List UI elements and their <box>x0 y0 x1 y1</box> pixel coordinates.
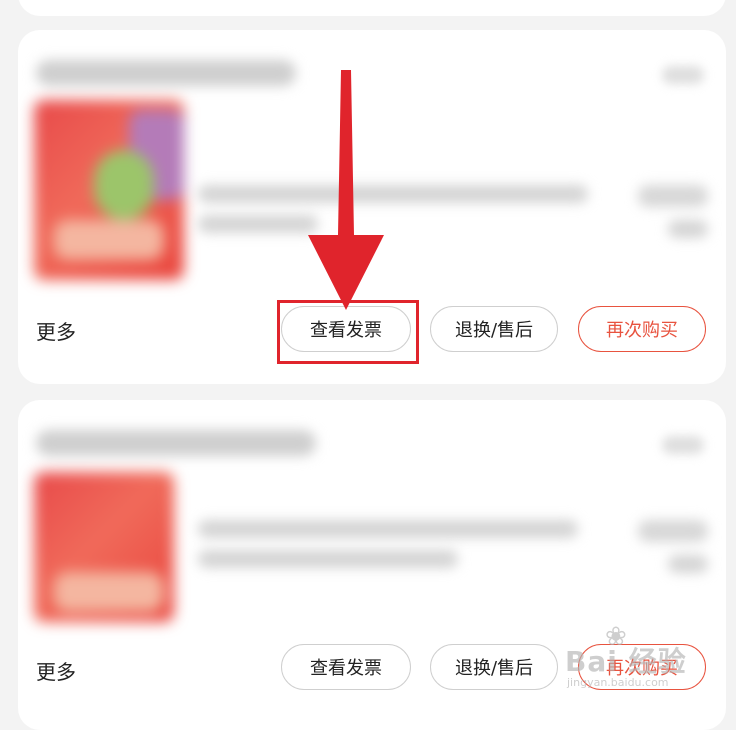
product-image[interactable] <box>34 472 174 622</box>
baidu-jingyan-watermark: ❀ Bai 经验 jingyan.baidu.com <box>565 622 725 697</box>
return-service-button[interactable]: 退换/售后 <box>430 644 558 690</box>
shop-name-blurred <box>36 60 296 86</box>
buy-again-button[interactable]: 再次购买 <box>578 306 706 352</box>
order-status-blurred <box>662 66 704 84</box>
order-card-previous <box>18 0 726 16</box>
pointer-arrow-icon <box>308 70 384 310</box>
shop-name-blurred <box>36 430 316 456</box>
highlight-box <box>277 300 419 364</box>
more-link[interactable]: 更多 <box>36 656 76 685</box>
product-qty-blurred <box>668 220 708 238</box>
more-link[interactable]: 更多 <box>36 316 76 345</box>
watermark-brand: Bai 经验 <box>565 645 687 678</box>
product-spec-blurred <box>198 215 318 233</box>
watermark-url: jingyan.baidu.com <box>567 676 669 689</box>
product-title-blurred <box>198 520 578 538</box>
product-qty-blurred <box>668 555 708 573</box>
product-title-blurred <box>198 185 588 203</box>
product-image[interactable] <box>34 100 184 280</box>
view-invoice-button[interactable]: 查看发票 <box>281 644 411 690</box>
product-price-blurred <box>638 520 708 542</box>
product-price-blurred <box>638 185 708 207</box>
return-service-button[interactable]: 退换/售后 <box>430 306 558 352</box>
product-spec-blurred <box>198 550 458 568</box>
order-status-blurred <box>662 436 704 454</box>
